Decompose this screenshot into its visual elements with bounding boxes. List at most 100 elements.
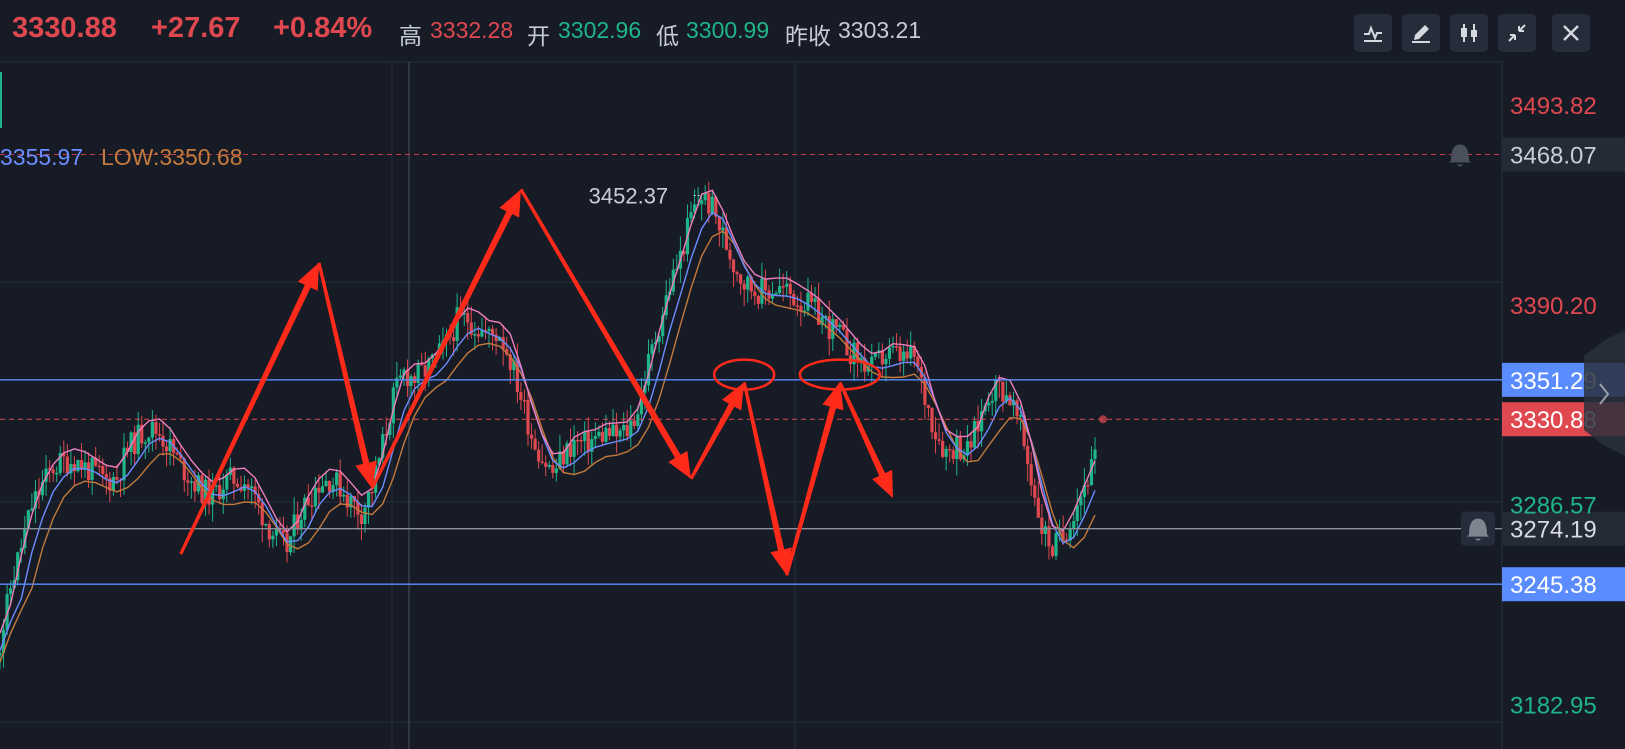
scroll-handle[interactable] <box>1584 330 1625 456</box>
candle-body <box>636 414 640 426</box>
annotation-arrow <box>317 262 377 489</box>
annotation-arrow <box>742 381 792 576</box>
candle-body <box>618 430 622 437</box>
indicator-button[interactable] <box>1354 14 1392 52</box>
candle-body <box>735 272 739 275</box>
close-button[interactable] <box>1552 14 1590 52</box>
candle-body <box>122 447 126 481</box>
candle-body <box>451 337 456 341</box>
candle-body <box>838 324 842 328</box>
candle-body <box>147 437 151 443</box>
y-axis-tick-label: 3390.20 <box>1510 293 1597 320</box>
candle-body <box>1033 485 1037 498</box>
candle-body <box>370 491 374 494</box>
collapse-icon <box>1508 24 1526 42</box>
candle-body <box>742 283 746 290</box>
candle-body <box>150 421 154 438</box>
chart-type-button[interactable] <box>1450 14 1488 52</box>
candle-body <box>345 494 349 508</box>
candle-body <box>1043 526 1047 534</box>
candle-body <box>526 399 530 435</box>
candle-body <box>568 443 573 457</box>
y-axis-tick-label: 3493.82 <box>1510 93 1597 120</box>
candle-body <box>490 328 495 335</box>
candle-body <box>175 452 179 455</box>
candle-body <box>544 462 548 467</box>
candle-body <box>193 481 197 492</box>
low-value: 3300.99 <box>686 17 770 43</box>
candle-body <box>625 424 629 437</box>
candle-body <box>522 399 527 402</box>
candle-body <box>359 514 364 525</box>
candle-body <box>845 329 849 356</box>
candle-body <box>264 523 268 526</box>
high-value: 3332.28 <box>430 17 514 43</box>
candle-body <box>143 442 147 444</box>
candle-body <box>313 487 317 507</box>
candle-body <box>834 319 838 328</box>
candle-body <box>101 466 105 475</box>
candle-body <box>51 469 55 474</box>
candle-body <box>593 436 597 440</box>
candle-body <box>753 291 757 296</box>
candle-body <box>572 439 576 457</box>
candle-body <box>154 421 158 435</box>
collapse-button[interactable] <box>1498 14 1536 52</box>
candle-body <box>632 420 636 426</box>
low-label: 低 <box>656 23 679 49</box>
candle-body <box>260 502 264 526</box>
candle-body <box>831 319 835 339</box>
candle-body <box>554 468 558 473</box>
candle-body <box>923 377 927 405</box>
candle-body <box>161 435 165 447</box>
indicator-icon <box>1364 25 1382 42</box>
candle-body <box>703 193 707 201</box>
candle-body <box>898 346 902 361</box>
candle-body <box>324 480 328 487</box>
candle-body <box>65 456 69 474</box>
candle-body <box>724 227 729 250</box>
candle-body <box>930 408 934 433</box>
candle-body <box>813 298 817 302</box>
candle-body <box>104 474 108 479</box>
candlestick-icon <box>1461 24 1477 42</box>
candle-body <box>763 278 768 291</box>
candle-body <box>951 450 955 459</box>
kline-chart[interactable]: 3468.07 3351.29 3330.88 3274.19 3245.38 3493.… <box>0 0 1625 749</box>
candle-body <box>792 294 796 306</box>
left-edge-marker <box>0 72 2 128</box>
candle-body <box>880 350 884 365</box>
candle-body <box>586 431 590 452</box>
candle-body <box>1029 464 1033 486</box>
candle-body <box>909 345 913 359</box>
candle-body <box>547 464 551 467</box>
candle-body <box>987 402 991 406</box>
candle-body <box>0 653 2 656</box>
candle-body <box>466 312 470 323</box>
prev-close-value: 3303.21 <box>838 17 922 43</box>
candle-body <box>76 459 80 472</box>
candle-body <box>90 457 94 480</box>
indicator-high-value: 3355.97 <box>0 144 83 170</box>
candle-body <box>1015 400 1019 417</box>
candle-body <box>629 420 633 437</box>
candle-body <box>225 474 229 490</box>
candle-body <box>774 293 778 295</box>
candle-body <box>576 439 580 442</box>
candle-body <box>111 477 115 491</box>
candle-body <box>615 424 619 437</box>
candle-body <box>717 216 721 231</box>
draw-button[interactable] <box>1402 14 1440 52</box>
candle-body <box>579 440 583 442</box>
candle-body <box>1026 446 1030 465</box>
high-label: 高 <box>399 23 422 49</box>
candle-body <box>1075 505 1079 521</box>
candle-body <box>335 472 339 486</box>
annotation-arrow <box>689 382 745 480</box>
candle-body <box>537 449 541 462</box>
candle-body <box>288 536 293 553</box>
annotation-arrow <box>785 382 844 576</box>
bell-icon[interactable] <box>1449 144 1471 167</box>
candle-body <box>689 212 693 219</box>
y-axis-tick-label: 3286.57 <box>1510 493 1597 520</box>
